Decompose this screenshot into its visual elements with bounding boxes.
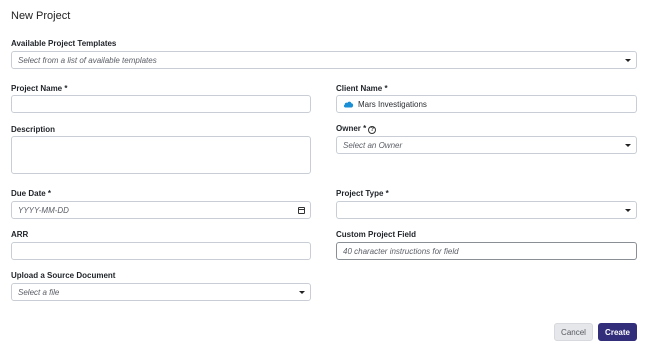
chevron-down-icon	[625, 209, 631, 212]
project-name-label: Project Name *	[11, 84, 68, 93]
templates-placeholder: Select from a list of available template…	[18, 55, 157, 65]
owner-label: Owner *?	[336, 124, 377, 134]
project-type-select[interactable]	[336, 201, 637, 219]
due-date-label: Due Date *	[11, 189, 52, 198]
chevron-down-icon	[625, 144, 631, 147]
project-name-input[interactable]	[11, 95, 311, 113]
custom-field-input[interactable]: 40 character instructions for field	[336, 242, 637, 260]
custom-field-placeholder: 40 character instructions for field	[343, 246, 459, 256]
chevron-down-icon	[625, 59, 631, 62]
cancel-button[interactable]: Cancel	[554, 323, 593, 341]
cloud-icon	[343, 100, 354, 108]
client-name-label: Client Name *	[336, 84, 388, 93]
source-doc-label: Upload a Source Document	[11, 271, 116, 280]
project-type-label: Project Type *	[336, 189, 389, 198]
chevron-down-icon	[299, 291, 305, 294]
source-doc-placeholder: Select a file	[18, 287, 60, 297]
due-date-placeholder: YYYY-MM-DD	[18, 205, 69, 215]
description-textarea[interactable]	[11, 136, 311, 174]
templates-select[interactable]: Select from a list of available template…	[11, 51, 637, 69]
calendar-icon[interactable]	[298, 207, 305, 214]
client-name-input[interactable]: Mars Investigations	[336, 95, 637, 113]
help-icon[interactable]: ?	[368, 126, 377, 134]
owner-select[interactable]: Select an Owner	[336, 136, 637, 154]
owner-placeholder: Select an Owner	[343, 140, 403, 150]
custom-field-label: Custom Project Field	[336, 230, 417, 239]
arr-label: ARR	[11, 230, 29, 239]
owner-label-text: Owner *	[336, 124, 367, 133]
source-doc-select[interactable]: Select a file	[11, 283, 311, 301]
page-title: New Project	[11, 10, 71, 22]
templates-label: Available Project Templates	[11, 39, 117, 48]
arr-input[interactable]	[11, 242, 311, 260]
create-button[interactable]: Create	[598, 323, 637, 341]
client-name-value: Mars Investigations	[358, 99, 427, 109]
description-label: Description	[11, 125, 56, 134]
due-date-input[interactable]: YYYY-MM-DD	[11, 201, 311, 219]
